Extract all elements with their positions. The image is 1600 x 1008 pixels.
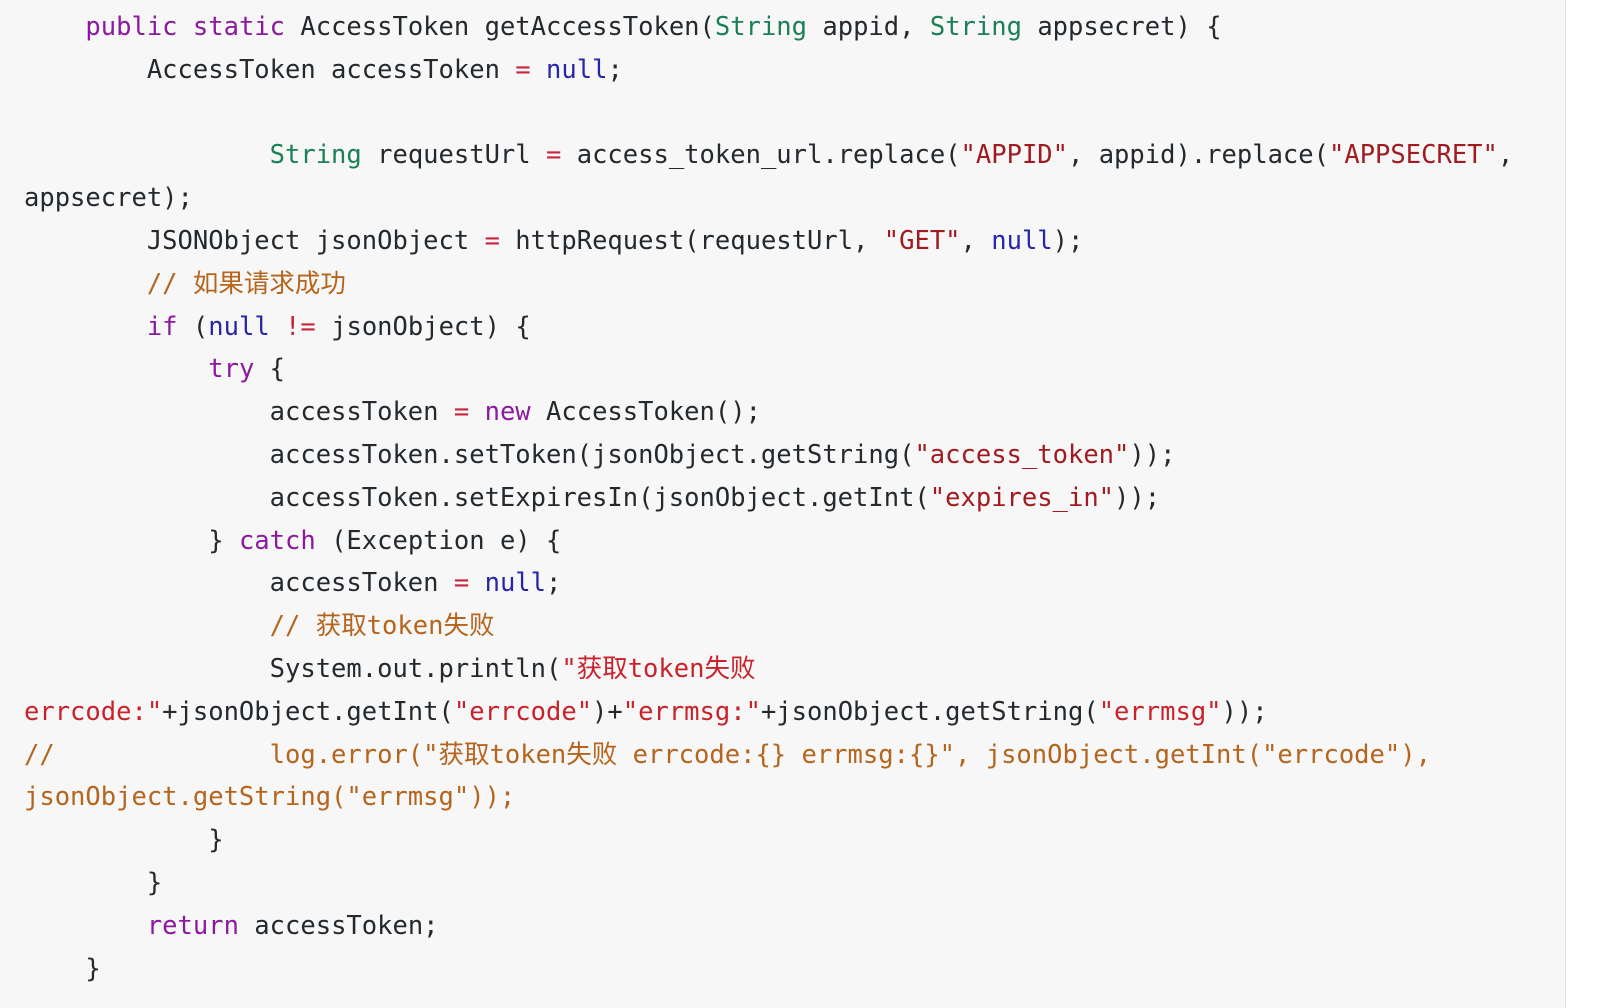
code-token: // 如果请求成功: [146, 268, 346, 299]
code-line: if (null != jsonObject) {: [0, 306, 1565, 349]
code-token: =: [515, 54, 531, 85]
code-line: accessToken = null;: [0, 562, 1565, 605]
code-line: }: [0, 862, 1565, 905]
code-line: }: [0, 819, 1565, 862]
code-token: ));: [1114, 482, 1161, 513]
code-token: }: [24, 953, 101, 984]
code-line: }: [0, 948, 1565, 991]
code-line: // log.error("获取token失败 errcode:{} errms…: [0, 734, 1565, 820]
code-line: // 获取token失败: [0, 605, 1565, 648]
code-token: }: [24, 867, 163, 898]
code-token: AccessToken();: [530, 397, 761, 428]
code-token: JSONObject jsonObject: [24, 225, 485, 256]
code-token: =: [453, 397, 470, 428]
code-token: }: [24, 525, 239, 556]
code-token: if: [146, 311, 178, 342]
code-token: accessToken;: [238, 910, 439, 941]
code-token: AccessToken getAccessToken(: [285, 12, 715, 42]
code-token: (: [177, 311, 209, 342]
code-line: System.out.println("获取token失败 errcode:"+…: [0, 648, 1565, 734]
code-line: AccessToken accessToken = null;: [0, 49, 1565, 92]
code-token: ,: [960, 225, 992, 256]
code-token: )+: [592, 696, 623, 727]
code-token: {: [254, 354, 286, 385]
code-token: // 获取token失败: [269, 611, 495, 642]
code-line: // 如果请求成功: [0, 263, 1565, 306]
code-token: ));: [1221, 696, 1268, 727]
code-viewer[interactable]: public static AccessToken getAccessToken…: [0, 0, 1566, 1008]
code-token: }: [24, 825, 224, 856]
code-line: public static AccessToken getAccessToken…: [0, 6, 1565, 49]
code-token: =: [484, 225, 500, 256]
code-token: "errmsg": [1098, 696, 1222, 727]
code-line: accessToken.setToken(jsonObject.getStrin…: [0, 434, 1565, 477]
code-token: =: [453, 568, 470, 599]
code-token: ));: [1129, 439, 1176, 470]
code-token: try: [208, 354, 255, 385]
code-token: new: [484, 397, 531, 428]
code-token: (Exception e) {: [315, 525, 562, 556]
code-token: "access_token": [914, 439, 1130, 470]
code-token: public static: [85, 12, 286, 42]
code-token: accessToken.setToken(jsonObject.getStrin…: [24, 439, 915, 470]
code-token: null: [208, 311, 270, 342]
code-token: // log.error("获取token失败 errcode:{} errms…: [24, 739, 1447, 813]
code-token: httpRequest(requestUrl,: [499, 225, 884, 256]
code-token: access_token_url.replace(: [561, 140, 961, 171]
code-token: "errmsg:": [622, 696, 761, 727]
code-line: accessToken = new AccessToken();: [0, 391, 1565, 434]
code-token: accessToken: [24, 568, 454, 599]
code-line: JSONObject jsonObject = httpRequest(requ…: [0, 220, 1565, 263]
code-token: "errcode": [453, 696, 593, 727]
code-token: requestUrl: [361, 140, 546, 171]
code-token: "APPSECRET": [1329, 140, 1498, 171]
code-line: String requestUrl = access_token_url.rep…: [0, 134, 1565, 220]
code-token: catch: [238, 525, 316, 556]
code-token: , appid).replace(: [1068, 140, 1329, 171]
code-token: "APPID": [960, 140, 1068, 171]
code-line: accessToken.setExpiresIn(jsonObject.getI…: [0, 477, 1565, 520]
code-block[interactable]: public static AccessToken getAccessToken…: [0, 0, 1565, 991]
code-token: return: [146, 910, 239, 941]
code-token: null: [484, 568, 547, 599]
code-token: System.out.println(: [24, 653, 562, 684]
code-token: +jsonObject.getInt(: [162, 696, 454, 727]
code-token: String: [929, 12, 1022, 42]
code-token: !=: [285, 311, 316, 342]
code-token: null: [546, 54, 608, 85]
code-token: AccessToken accessToken: [24, 54, 516, 85]
code-line: try {: [0, 348, 1565, 391]
code-token: ;: [607, 54, 623, 85]
code-token: String: [269, 140, 362, 171]
code-token: accessToken.setExpiresIn(jsonObject.getI…: [24, 482, 930, 513]
code-token: jsonObject) {: [315, 311, 531, 342]
code-token: null: [991, 225, 1053, 256]
code-token: );: [1052, 225, 1084, 256]
code-line: return accessToken;: [0, 905, 1565, 948]
code-token: "GET": [883, 225, 961, 256]
code-token: ;: [546, 568, 562, 599]
code-token: appid,: [807, 12, 930, 42]
code-token: +jsonObject.getString(: [760, 696, 1099, 727]
code-token: "expires_in": [929, 482, 1115, 513]
code-token: String: [714, 12, 808, 42]
code-line: } catch (Exception e) {: [0, 520, 1565, 563]
code-token: =: [546, 140, 562, 171]
code-token: accessToken: [24, 397, 454, 428]
code-token: appsecret) {: [1021, 12, 1222, 42]
